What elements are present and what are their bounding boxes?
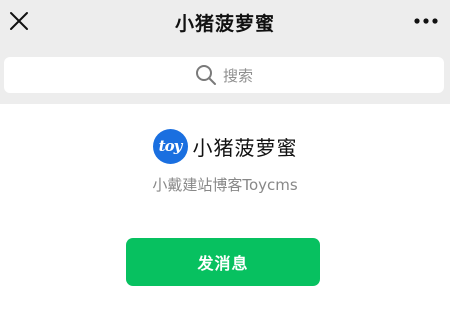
top-area: 小猪菠萝蜜 搜索 bbox=[0, 0, 450, 104]
avatar: toy bbox=[152, 128, 188, 164]
search-icon bbox=[195, 64, 217, 86]
page-title: 小猪菠萝蜜 bbox=[174, 13, 275, 35]
account-description: 小戴建站博客Toycms bbox=[152, 176, 298, 194]
send-message-label: 发消息 bbox=[197, 254, 249, 273]
title-bar: 小猪菠萝蜜 bbox=[0, 0, 450, 44]
public-account-page: 小猪菠萝蜜 搜索 toy 小猪菠萝蜜 小戴建站博客Toycms 发消息 bbox=[0, 0, 450, 327]
search-input[interactable]: 搜索 bbox=[4, 57, 444, 93]
logo-text: toy bbox=[158, 137, 183, 155]
account-name: 小猪菠萝蜜 bbox=[192, 135, 298, 160]
search-placeholder: 搜索 bbox=[222, 66, 253, 85]
more-button[interactable] bbox=[408, 6, 444, 36]
account-header: toy 小猪菠萝蜜 bbox=[0, 127, 450, 165]
send-message-button[interactable]: 发消息 bbox=[126, 238, 320, 286]
more-dots-icon bbox=[414, 18, 438, 24]
